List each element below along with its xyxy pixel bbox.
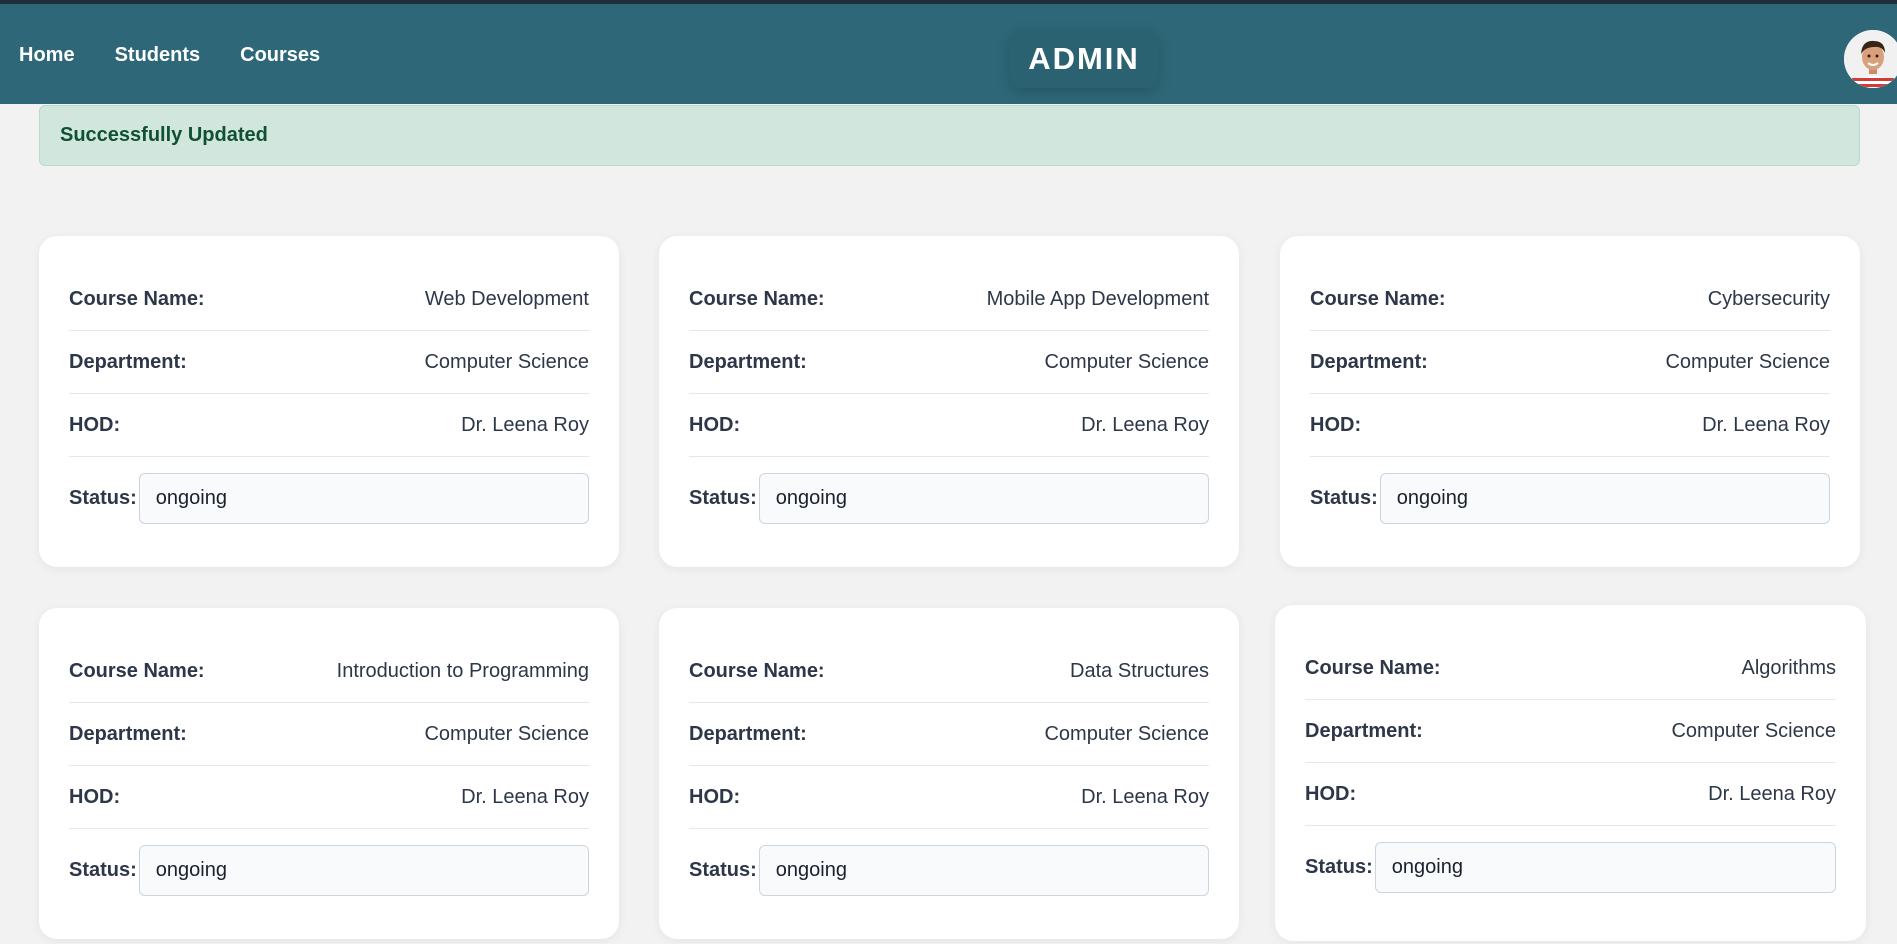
department-value: Computer Science bbox=[1044, 722, 1209, 745]
hod-row: HOD: Dr. Leena Roy bbox=[689, 766, 1209, 829]
course-name-value: Data Structures bbox=[1070, 659, 1209, 682]
hod-label: HOD: bbox=[69, 785, 121, 808]
department-label: Department: bbox=[69, 722, 187, 745]
hod-row: HOD: Dr. Leena Roy bbox=[689, 394, 1209, 457]
course-card: Course Name: Cybersecurity Department: C… bbox=[1280, 236, 1860, 567]
department-value: Computer Science bbox=[424, 350, 589, 373]
hod-label: HOD: bbox=[1310, 413, 1362, 436]
department-value: Computer Science bbox=[424, 722, 589, 745]
department-row: Department: Computer Science bbox=[689, 703, 1209, 766]
main-nav: Home Students Courses bbox=[19, 44, 320, 67]
nav-courses-link[interactable]: Courses bbox=[240, 44, 320, 67]
status-input[interactable] bbox=[1374, 842, 1836, 893]
course-card: Course Name: Algorithms Department: Comp… bbox=[1275, 605, 1866, 941]
top-navbar: Home Students Courses ADMIN bbox=[0, 0, 1897, 104]
admin-title: ADMIN bbox=[1010, 30, 1158, 88]
course-card: Course Name: Data Structures Department:… bbox=[659, 608, 1239, 939]
course-name-row: Course Name: Cybersecurity bbox=[1310, 268, 1830, 331]
hod-value: Dr. Leena Roy bbox=[1081, 785, 1209, 808]
hod-value: Dr. Leena Roy bbox=[461, 413, 589, 436]
hod-row: HOD: Dr. Leena Roy bbox=[69, 394, 589, 457]
department-row: Department: Computer Science bbox=[69, 331, 589, 394]
course-name-label: Course Name: bbox=[1305, 656, 1441, 679]
course-name-row: Course Name: Algorithms bbox=[1305, 637, 1836, 700]
status-row: Status: bbox=[69, 473, 589, 524]
status-input[interactable] bbox=[1379, 473, 1830, 524]
department-value: Computer Science bbox=[1671, 719, 1836, 742]
status-label: Status: bbox=[689, 487, 757, 509]
hod-label: HOD: bbox=[1305, 782, 1357, 805]
status-label: Status: bbox=[1305, 856, 1373, 878]
course-name-label: Course Name: bbox=[69, 287, 205, 310]
department-row: Department: Computer Science bbox=[1305, 700, 1836, 763]
nav-home-link[interactable]: Home bbox=[19, 44, 75, 67]
department-row: Department: Computer Science bbox=[1310, 331, 1830, 394]
course-name-label: Course Name: bbox=[689, 659, 825, 682]
course-card: Course Name: Web Development Department:… bbox=[39, 236, 619, 567]
course-name-value: Cybersecurity bbox=[1707, 287, 1830, 310]
course-name-row: Course Name: Data Structures bbox=[689, 640, 1209, 703]
status-label: Status: bbox=[1310, 487, 1378, 509]
course-name-row: Course Name: Web Development bbox=[69, 268, 589, 331]
department-label: Department: bbox=[69, 350, 187, 373]
hod-value: Dr. Leena Roy bbox=[461, 785, 589, 808]
department-label: Department: bbox=[689, 722, 807, 745]
status-row: Status: bbox=[689, 845, 1209, 896]
status-row: Status: bbox=[69, 845, 589, 896]
status-label: Status: bbox=[69, 487, 137, 509]
hod-row: HOD: Dr. Leena Roy bbox=[1305, 763, 1836, 826]
hod-row: HOD: Dr. Leena Roy bbox=[69, 766, 589, 829]
department-value: Computer Science bbox=[1665, 350, 1830, 373]
hod-label: HOD: bbox=[689, 413, 741, 436]
success-alert: Successfully Updated bbox=[39, 105, 1860, 166]
hod-value: Dr. Leena Roy bbox=[1708, 782, 1836, 805]
avatar-person-icon bbox=[1844, 30, 1897, 88]
status-input[interactable] bbox=[758, 845, 1209, 896]
status-input[interactable] bbox=[138, 845, 589, 896]
status-row: Status: bbox=[1305, 842, 1836, 893]
course-name-label: Course Name: bbox=[1310, 287, 1446, 310]
course-name-value: Introduction to Programming bbox=[336, 659, 589, 682]
course-name-value: Web Development bbox=[424, 287, 589, 310]
hod-value: Dr. Leena Roy bbox=[1081, 413, 1209, 436]
status-row: Status: bbox=[1310, 473, 1830, 524]
department-label: Department: bbox=[689, 350, 807, 373]
status-input[interactable] bbox=[138, 473, 589, 524]
course-name-row: Course Name: Mobile App Development bbox=[689, 268, 1209, 331]
department-row: Department: Computer Science bbox=[689, 331, 1209, 394]
status-label: Status: bbox=[69, 859, 137, 881]
hod-label: HOD: bbox=[689, 785, 741, 808]
course-name-value: Algorithms bbox=[1741, 656, 1836, 679]
status-row: Status: bbox=[689, 473, 1209, 524]
hod-row: HOD: Dr. Leena Roy bbox=[1310, 394, 1830, 457]
user-avatar[interactable] bbox=[1844, 30, 1897, 88]
hod-value: Dr. Leena Roy bbox=[1702, 413, 1830, 436]
course-name-label: Course Name: bbox=[69, 659, 205, 682]
course-card: Course Name: Introduction to Programming… bbox=[39, 608, 619, 939]
course-name-row: Course Name: Introduction to Programming bbox=[69, 640, 589, 703]
course-name-label: Course Name: bbox=[689, 287, 825, 310]
department-row: Department: Computer Science bbox=[69, 703, 589, 766]
hod-label: HOD: bbox=[69, 413, 121, 436]
status-label: Status: bbox=[689, 859, 757, 881]
department-label: Department: bbox=[1305, 719, 1423, 742]
department-value: Computer Science bbox=[1044, 350, 1209, 373]
nav-students-link[interactable]: Students bbox=[115, 44, 201, 67]
course-name-value: Mobile App Development bbox=[986, 287, 1209, 310]
status-input[interactable] bbox=[758, 473, 1209, 524]
course-card: Course Name: Mobile App Development Depa… bbox=[659, 236, 1239, 567]
department-label: Department: bbox=[1310, 350, 1428, 373]
